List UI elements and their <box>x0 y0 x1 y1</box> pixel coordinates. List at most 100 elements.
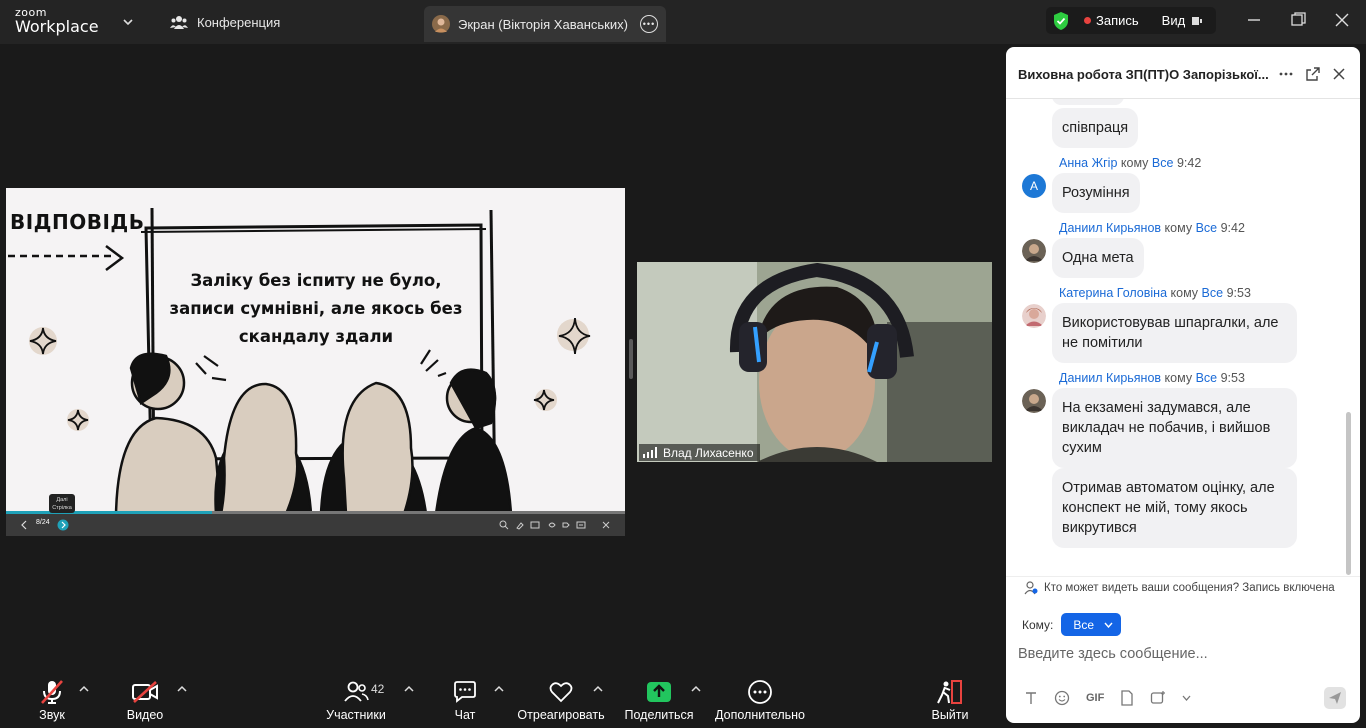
avatar[interactable]: А <box>1022 174 1046 198</box>
slide-page-number: 8/24 <box>36 519 50 526</box>
next-slide-icon[interactable] <box>57 519 69 531</box>
slide-heading: ВІДПОВІДЬ <box>10 210 145 234</box>
more-options-icon[interactable]: ••• <box>640 15 658 33</box>
chat-options-caret-icon[interactable] <box>494 685 504 693</box>
signal-strength-icon <box>643 447 657 458</box>
tab-conference[interactable]: Конференция <box>170 11 280 33</box>
more-label: Дополнительно <box>715 708 805 722</box>
leave-label: Выйти <box>931 708 969 722</box>
sender-name[interactable]: Даниил Кирьянов <box>1059 221 1161 235</box>
privacy-notice[interactable]: Кто может видеть ваши сообщения? Запись … <box>1006 576 1360 598</box>
chevron-down-icon[interactable] <box>1182 695 1191 701</box>
tab-screen-share[interactable]: Экран (Вікторія Хаванських) ••• <box>424 6 666 42</box>
more-horizontal-icon[interactable] <box>1278 66 1294 82</box>
chat-bubble-previous-tail <box>1052 99 1124 105</box>
more-icon <box>748 680 772 704</box>
share-screen-icon <box>647 682 671 702</box>
to-word: кому <box>1170 286 1199 300</box>
avatar-letter: А <box>1029 179 1038 193</box>
close-icon[interactable] <box>1331 66 1347 82</box>
slide-body-text: Заліку без іспиту не було, записи сумнів… <box>169 271 463 346</box>
text-format-icon[interactable] <box>1024 691 1038 705</box>
participants-button[interactable]: Участники <box>325 669 387 728</box>
send-button[interactable] <box>1324 687 1346 709</box>
audio-options-caret-icon[interactable] <box>79 685 89 693</box>
audio-button[interactable]: Звук <box>32 669 72 728</box>
share-options-caret-icon[interactable] <box>691 685 701 693</box>
slide-tools-icons[interactable] <box>499 520 619 530</box>
next-slide-tooltip: Далі Стрілка <box>49 494 75 513</box>
participant-video-frame <box>637 262 992 462</box>
recipient-row: Кому: Все <box>1022 613 1122 636</box>
restore-icon[interactable] <box>1288 12 1308 28</box>
microphone-muted-icon <box>41 680 63 704</box>
privacy-text: Кто может видеть ваши сообщения? Запись … <box>1044 581 1335 594</box>
tab-conference-label: Конференция <box>197 14 281 30</box>
share-button[interactable]: Поделиться <box>624 669 694 728</box>
presenter-avatar <box>432 15 450 33</box>
chat-bubble: Розуміння <box>1052 173 1140 213</box>
brand-bottom-text: Workplace <box>15 17 99 36</box>
avatar[interactable] <box>1022 304 1046 328</box>
slide-control-bar: 8/24 <box>6 514 625 536</box>
react-button[interactable]: Отреагировать <box>517 669 605 728</box>
shared-screen-slide: ВІДПОВІДЬ Заліку без іспиту не було, зап… <box>6 188 625 536</box>
people-icon <box>170 16 188 29</box>
chat-bubble: Використовував шпаргалки, але не помітил… <box>1052 303 1297 363</box>
leave-icon <box>937 680 962 704</box>
sender-name[interactable]: Даниил Кирьянов <box>1059 371 1161 385</box>
chat-scrollbar[interactable] <box>1346 412 1351 575</box>
pop-out-icon[interactable] <box>1305 66 1321 82</box>
message-time: 9:42 <box>1176 156 1202 170</box>
camera-off-icon <box>132 681 158 703</box>
gif-button[interactable]: GIF <box>1086 692 1104 704</box>
chevron-down-icon[interactable] <box>122 16 134 28</box>
emoji-icon[interactable] <box>1054 690 1070 706</box>
close-window-icon[interactable] <box>1332 12 1352 28</box>
message-time: 9:42 <box>1220 221 1245 235</box>
record-label[interactable]: Запись <box>1096 13 1139 28</box>
recipient-select[interactable]: Все <box>1061 613 1122 636</box>
message-header: Анна Жгір кому Все 9:42 <box>1059 156 1201 170</box>
video-button[interactable]: Видео <box>124 669 166 728</box>
app-logo[interactable]: zoom Workplace <box>15 7 99 35</box>
chat-button[interactable]: Чат <box>450 669 480 728</box>
sender-name[interactable]: Анна Жгір <box>1059 156 1117 170</box>
avatar[interactable] <box>1022 239 1046 263</box>
participants-label: Участники <box>326 708 386 722</box>
message-time: 9:53 <box>1226 286 1251 300</box>
prev-slide-icon[interactable] <box>20 520 28 530</box>
participant-video-tile[interactable]: Влад Лихасенко <box>637 262 992 462</box>
chat-icon <box>454 681 476 703</box>
file-icon[interactable] <box>1120 690 1134 706</box>
chat-panel: Виховна робота ЗП(ПТ)О Запорізької... сп… <box>1006 47 1360 723</box>
video-options-caret-icon[interactable] <box>177 685 187 693</box>
recording-dot-icon <box>1084 17 1091 24</box>
heart-icon <box>549 682 573 703</box>
react-options-caret-icon[interactable] <box>593 685 603 693</box>
message-time: 9:53 <box>1220 371 1245 385</box>
participants-options-caret-icon[interactable] <box>404 685 414 693</box>
avatar[interactable] <box>1022 389 1046 413</box>
chat-title: Виховна робота ЗП(ПТ)О Запорізької... <box>1018 67 1269 82</box>
leave-button[interactable]: Выйти <box>930 669 970 728</box>
tab-screen-label: Экран (Вікторія Хаванських) <box>458 16 628 32</box>
screenshot-icon[interactable] <box>1150 690 1166 706</box>
participants-count: 42 <box>371 682 385 696</box>
split-divider-handle[interactable] <box>629 339 633 379</box>
message-header: Даниил Кирьянов кому Все 9:42 <box>1059 221 1245 235</box>
view-layout-icon[interactable] <box>1191 15 1203 27</box>
sender-name[interactable]: Катерина Головіна <box>1059 286 1167 300</box>
minimize-icon[interactable] <box>1244 12 1264 28</box>
recipient: Все <box>1151 156 1174 170</box>
shield-icon[interactable] <box>1052 11 1070 31</box>
chat-bubble: Одна мета <box>1052 238 1144 278</box>
tooltip-line1: Далі <box>56 497 68 503</box>
chat-messages[interactable]: співпраця Анна Жгір кому Все 9:42 А Розу… <box>1006 99 1360 577</box>
chat-bubble: Отримав автоматом оцінку, але конспект н… <box>1052 468 1297 548</box>
chat-bubble: На екзамені задумався, але викладач не п… <box>1052 388 1297 468</box>
message-input[interactable] <box>1018 643 1348 665</box>
more-button[interactable]: Дополнительно <box>715 669 805 728</box>
view-button[interactable]: Вид <box>1162 13 1186 28</box>
recipient-value: Все <box>1073 617 1095 632</box>
